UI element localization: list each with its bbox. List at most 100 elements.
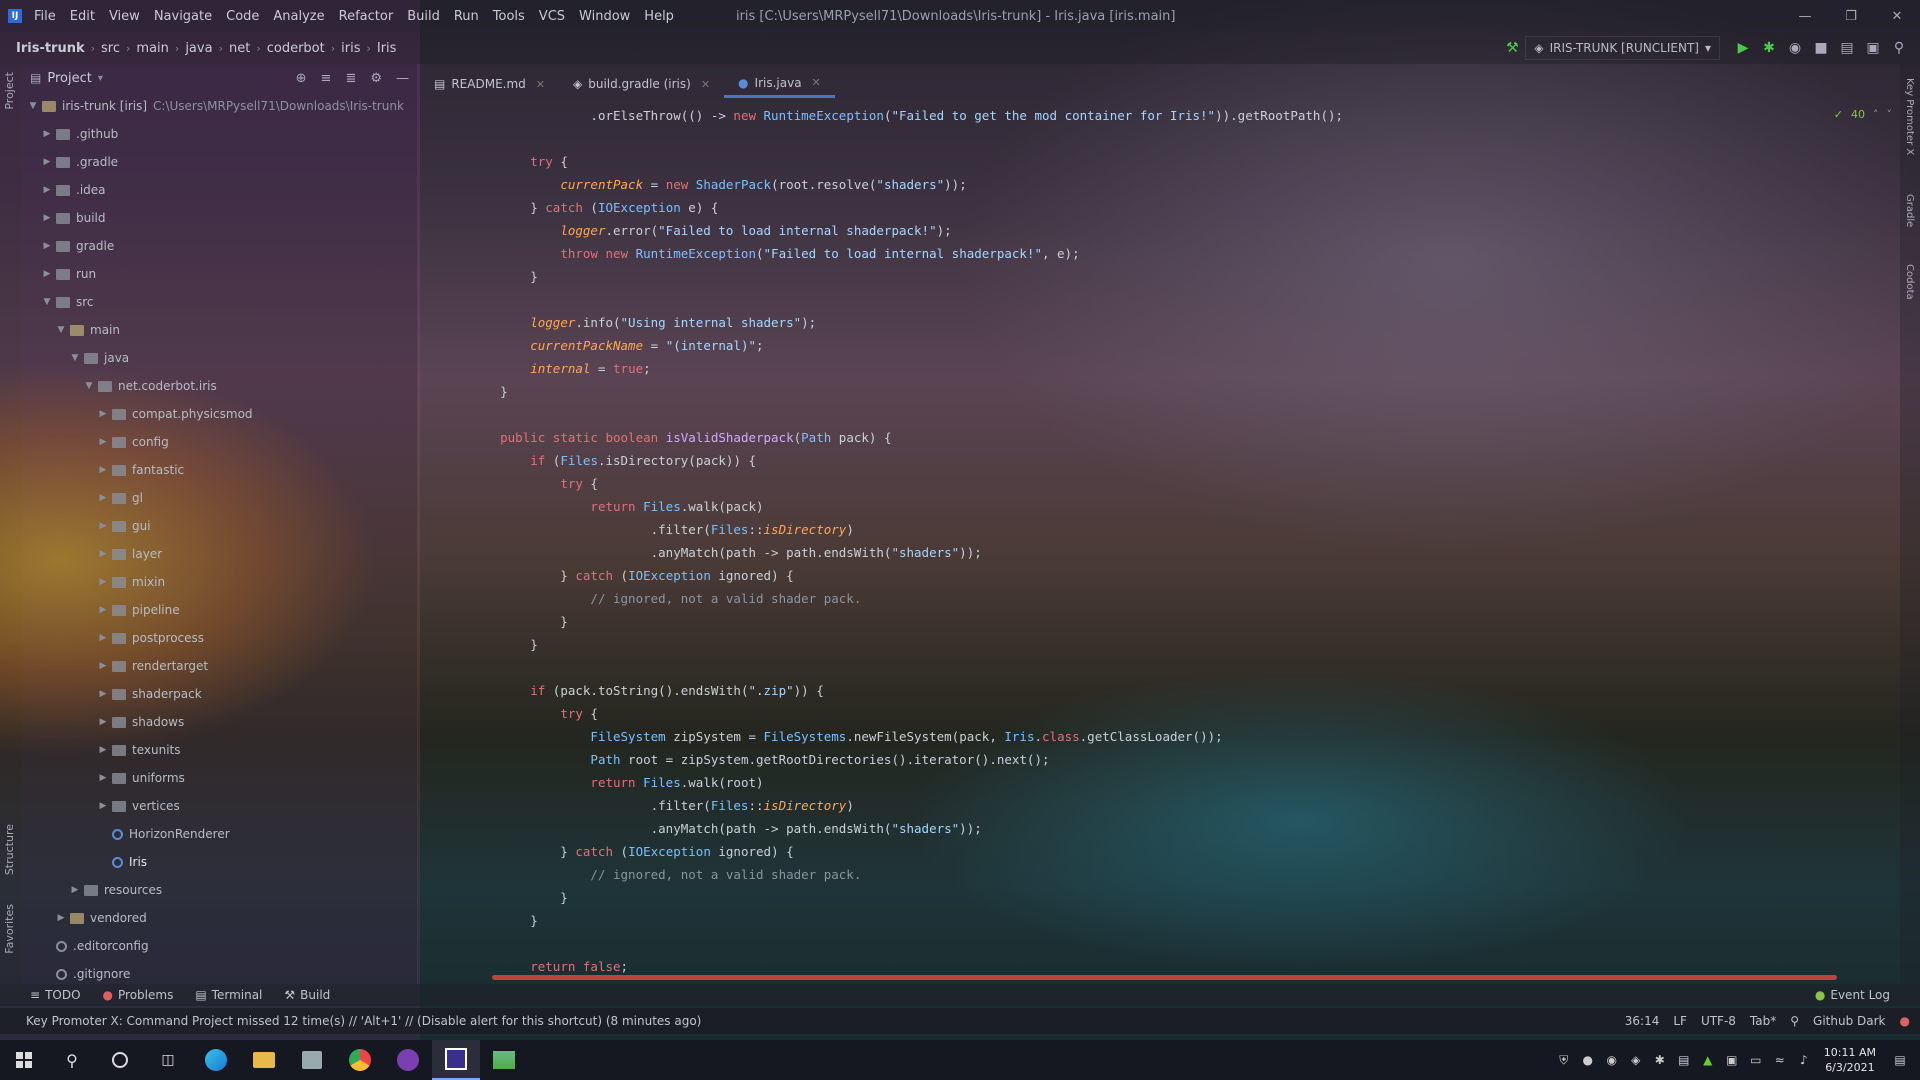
tool-tab-structure[interactable]: Structure — [3, 824, 16, 875]
problems-tool-button[interactable]: ● Problems — [103, 988, 174, 1002]
chevron-down-icon[interactable]: ▼ — [82, 381, 96, 391]
tree-row[interactable]: ▶ shadows — [22, 708, 417, 736]
tree-row[interactable]: ▶ run — [22, 260, 417, 288]
breadcrumb-item[interactable]: iris — [341, 41, 360, 56]
menu-tools[interactable]: Tools — [493, 9, 525, 24]
menu-window[interactable]: Window — [579, 9, 630, 24]
breadcrumb-item[interactable]: main — [136, 41, 168, 56]
caret-position[interactable]: 36:14 — [1625, 1014, 1660, 1028]
tree-row[interactable]: ▶ build — [22, 204, 417, 232]
tree-row[interactable]: ▶ config — [22, 428, 417, 456]
chevron-down-icon[interactable]: ▼ — [68, 353, 82, 363]
tree-row[interactable]: ▶ rendertarget — [22, 652, 417, 680]
debug-icon[interactable]: ✱ — [1756, 36, 1782, 60]
intellij-taskbar-icon[interactable] — [432, 1040, 480, 1080]
tree-row[interactable]: ▶ vendored — [22, 904, 417, 932]
status-message[interactable]: Key Promoter X: Command Project missed 1… — [26, 1014, 701, 1028]
tor-browser-icon[interactable] — [384, 1040, 432, 1080]
editor-tab[interactable]: ◈ build.gradle (iris) ✕ — [559, 70, 724, 98]
cortana-icon[interactable] — [96, 1040, 144, 1080]
chevron-up-icon[interactable]: ˄ — [1873, 108, 1879, 121]
tree-row[interactable]: ▶ resources — [22, 876, 417, 904]
chevron-down-icon[interactable]: ▼ — [54, 325, 68, 335]
chevron-right-icon[interactable]: ▶ — [40, 185, 54, 195]
editor-tab[interactable]: ● Iris.java ✕ — [724, 70, 835, 98]
tool-tab-key-promoter[interactable]: Key Promoter X — [1904, 78, 1915, 155]
tree-row[interactable]: ▶ texunits — [22, 736, 417, 764]
chevron-right-icon[interactable]: ▶ — [96, 689, 110, 699]
chrome-tray-icon[interactable]: ● — [1576, 1053, 1600, 1067]
tree-row[interactable]: ▶ fantastic — [22, 456, 417, 484]
chevron-right-icon[interactable]: ▶ — [40, 157, 54, 167]
tree-row[interactable]: ▶ mixin — [22, 568, 417, 596]
tree-row[interactable]: ▼ java — [22, 344, 417, 372]
tree-row[interactable]: ▶ gl — [22, 484, 417, 512]
chevron-down-icon[interactable]: ▼ — [26, 101, 40, 111]
tree-row[interactable]: ▶ vertices — [22, 792, 417, 820]
terminal-tool-button[interactable]: ▤ Terminal — [195, 988, 262, 1002]
expand-all-icon[interactable]: ≡ — [321, 71, 332, 86]
tree-row[interactable]: ▶ compat.physicsmod — [22, 400, 417, 428]
breadcrumb-item[interactable]: src — [101, 41, 120, 56]
locate-icon[interactable]: ⊕ — [296, 71, 307, 86]
minecraft-icon[interactable] — [480, 1040, 528, 1080]
project-structure-icon[interactable]: ▤ — [1834, 36, 1860, 60]
menu-code[interactable]: Code — [226, 9, 259, 24]
tree-row[interactable]: HorizonRenderer — [22, 820, 417, 848]
store-icon[interactable] — [288, 1040, 336, 1080]
maximize-icon[interactable]: ❐ — [1828, 0, 1874, 32]
line-separator[interactable]: LF — [1673, 1014, 1687, 1028]
coverage-icon[interactable]: ◉ — [1782, 36, 1808, 60]
search-icon[interactable]: ⚲ — [1886, 36, 1912, 60]
chevron-down-icon[interactable]: ▼ — [40, 297, 54, 307]
windows-start-icon[interactable] — [0, 1040, 48, 1080]
shield-icon[interactable]: ⛨ — [1552, 1053, 1576, 1068]
chevron-right-icon[interactable]: ▶ — [96, 745, 110, 755]
hide-icon[interactable]: — — [396, 71, 409, 86]
breadcrumb-item[interactable]: Iris-trunk — [16, 41, 85, 56]
event-log-button[interactable]: ● Event Log — [1815, 988, 1890, 1002]
menu-vcs[interactable]: VCS — [539, 9, 565, 24]
chevron-down-icon[interactable]: ▾ — [98, 73, 103, 84]
breadcrumb-item[interactable]: java — [185, 41, 212, 56]
edge-browser-icon[interactable] — [192, 1040, 240, 1080]
indent-setting[interactable]: Tab* — [1750, 1014, 1776, 1028]
chevron-down-icon[interactable]: ˅ — [1887, 108, 1893, 121]
code-editor[interactable]: .orElseThrow(() -> new RuntimeException(… — [470, 104, 1870, 974]
editor-tab[interactable]: ▤ README.md ✕ — [420, 70, 559, 98]
chevron-right-icon[interactable]: ▶ — [96, 493, 110, 503]
chevron-right-icon[interactable]: ▶ — [96, 801, 110, 811]
chevron-right-icon[interactable]: ▶ — [68, 885, 82, 895]
run-icon[interactable]: ▶ — [1730, 36, 1756, 60]
chevron-right-icon[interactable]: ▶ — [96, 521, 110, 531]
chevron-right-icon[interactable]: ▶ — [40, 213, 54, 223]
tool-tab-codota[interactable]: Codota — [1904, 264, 1915, 300]
bluetooth-icon[interactable]: ✱ — [1648, 1053, 1672, 1067]
breadcrumb-item[interactable]: Iris — [377, 41, 397, 56]
menu-view[interactable]: View — [109, 9, 140, 24]
tree-row[interactable]: Iris — [22, 848, 417, 876]
tree-row[interactable]: ▶ layer — [22, 540, 417, 568]
theme-switcher[interactable]: Github Dark — [1813, 1014, 1885, 1028]
gear-icon[interactable]: ⚙ — [370, 71, 382, 86]
search-icon[interactable]: ⚲ — [48, 1040, 96, 1080]
steam-icon[interactable]: ◈ — [1624, 1053, 1648, 1067]
tree-row[interactable]: ▼ src — [22, 288, 417, 316]
tool-tab-gradle[interactable]: Gradle — [1904, 194, 1915, 227]
tree-row-root[interactable]: ▼ iris-trunk [iris] C:\Users\MRPysell71\… — [22, 92, 417, 120]
nvidia-icon[interactable]: ▲ — [1696, 1053, 1720, 1067]
tree-row[interactable]: ▶ postprocess — [22, 624, 417, 652]
menu-run[interactable]: Run — [454, 9, 479, 24]
breadcrumb-item[interactable]: net — [229, 41, 250, 56]
tree-row[interactable]: ▶ .idea — [22, 176, 417, 204]
file-explorer-icon[interactable] — [240, 1040, 288, 1080]
discord-icon[interactable]: ◉ — [1600, 1053, 1624, 1067]
close-icon[interactable]: ✕ — [1874, 0, 1920, 32]
chevron-right-icon[interactable]: ▶ — [40, 241, 54, 251]
volume-icon[interactable]: ♪ — [1792, 1053, 1816, 1067]
chevron-right-icon[interactable]: ▶ — [40, 129, 54, 139]
wifi-icon[interactable]: ≈ — [1768, 1053, 1792, 1067]
lock-icon[interactable]: ⚲ — [1790, 1014, 1799, 1028]
tree-row[interactable]: .editorconfig — [22, 932, 417, 960]
notification-icon[interactable]: ● — [1900, 1014, 1910, 1028]
